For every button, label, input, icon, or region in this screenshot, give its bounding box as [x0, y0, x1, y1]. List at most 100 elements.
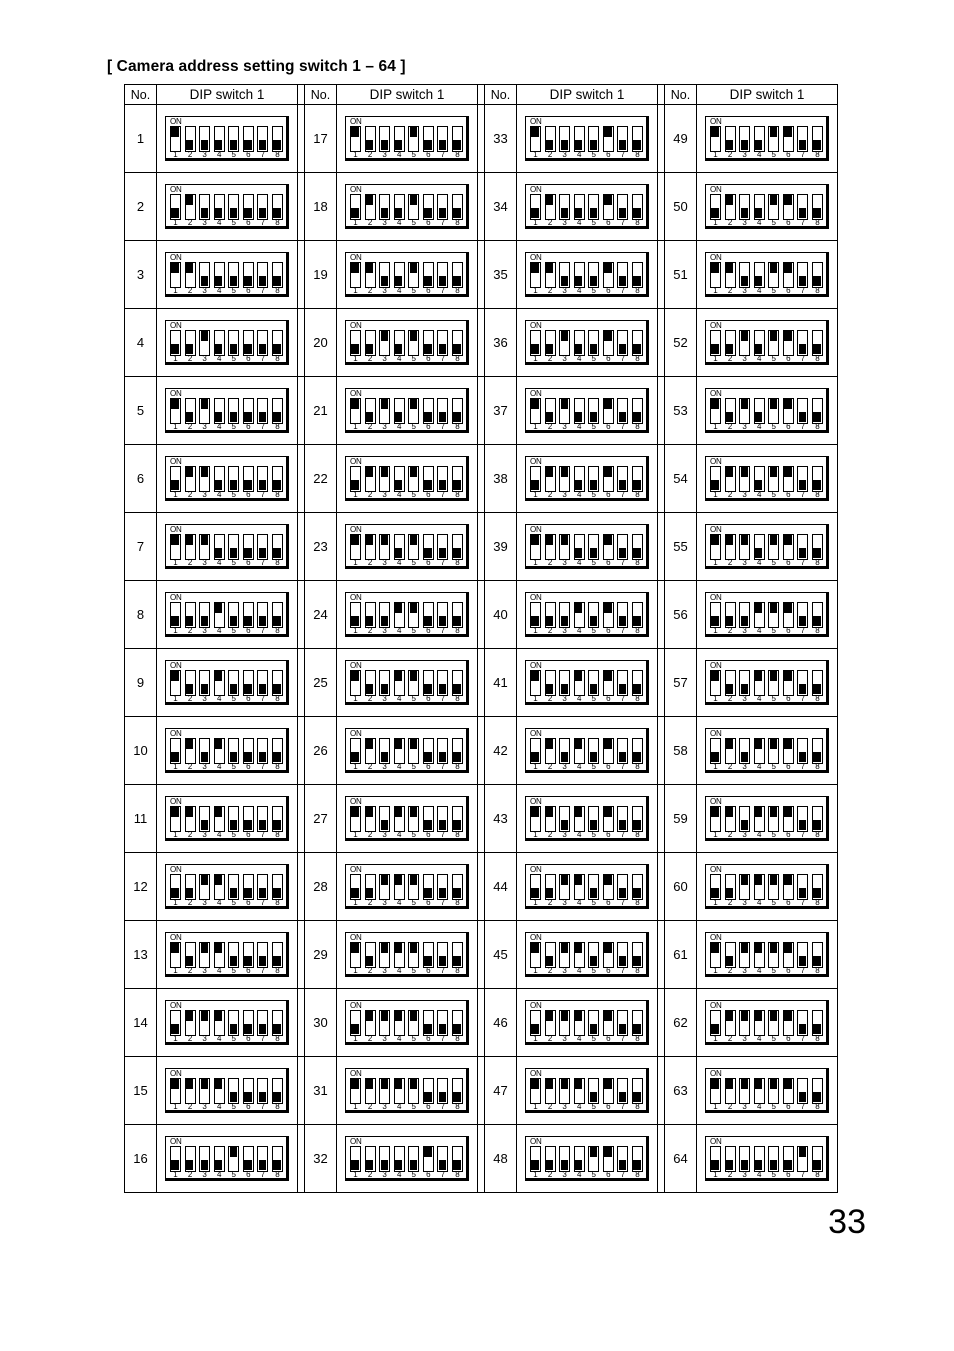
dip-switch-slot-7[interactable] [797, 1077, 809, 1104]
dip-switch-slot-7[interactable] [257, 873, 269, 900]
dip-switch-slot-6[interactable] [602, 125, 614, 152]
dip-switch-slot-6[interactable] [422, 533, 434, 560]
dip-switch-slot-6[interactable] [782, 261, 794, 288]
dip-switch-slot-2[interactable] [724, 1077, 736, 1104]
dip-switch-slot-8[interactable] [631, 329, 643, 356]
dip-switch-slot-7[interactable] [437, 125, 449, 152]
dip-slider-4-on[interactable] [395, 602, 403, 613]
dip-switch-slot-5[interactable] [588, 397, 600, 424]
dip-switch-slot-4[interactable] [573, 805, 585, 832]
dip-slider-1-on[interactable] [531, 262, 539, 273]
dip-switch-slot-1[interactable] [170, 397, 181, 424]
dip-switch-slot-5[interactable] [408, 533, 420, 560]
dip-slider-6-on[interactable] [424, 1146, 432, 1157]
dip-switch-slot-6[interactable] [782, 397, 794, 424]
dip-switch-slot-6[interactable] [602, 533, 614, 560]
dip-switch-slot-6[interactable] [782, 601, 794, 628]
dip-switch-slot-8[interactable] [811, 1145, 823, 1172]
dip-slider-2-on[interactable] [725, 534, 734, 545]
dip-slider-6-on[interactable] [604, 1146, 612, 1157]
dip-slider-4-on[interactable] [395, 670, 403, 681]
dip-switch-slot-6[interactable] [782, 941, 794, 968]
dip-slider-2-on[interactable] [185, 466, 194, 477]
dip-switch-slot-1[interactable] [530, 601, 541, 628]
dip-switch-slot-4[interactable] [753, 1077, 765, 1104]
dip-switch-slot-5[interactable] [408, 465, 420, 492]
dip-switch-slot-2[interactable] [364, 193, 376, 220]
dip-switch-slot-5[interactable] [228, 737, 240, 764]
dip-switch-slot-6[interactable] [782, 669, 794, 696]
dip-slider-5-on[interactable] [769, 194, 778, 205]
dip-slider-6-on[interactable] [784, 262, 792, 273]
dip-switch-slot-4[interactable] [213, 873, 225, 900]
dip-switch-slot-7[interactable] [797, 261, 809, 288]
dip-slider-2-on[interactable] [725, 466, 734, 477]
dip-switch-slot-8[interactable] [271, 533, 283, 560]
dip-switch-slot-4[interactable] [753, 873, 765, 900]
dip-switch-slot-8[interactable] [811, 941, 823, 968]
dip-switch-slot-5[interactable] [588, 805, 600, 832]
dip-slider-3-on[interactable] [200, 534, 208, 545]
dip-switch-slot-7[interactable] [257, 1077, 269, 1104]
dip-slider-2-on[interactable] [545, 466, 554, 477]
dip-slider-4-on[interactable] [395, 942, 403, 953]
dip-slider-5-on[interactable] [409, 262, 418, 273]
dip-switch-slot-2[interactable] [364, 1145, 376, 1172]
dip-switch-slot-5[interactable] [588, 329, 600, 356]
dip-slider-5-on[interactable] [409, 1010, 418, 1021]
dip-switch-slot-3[interactable] [199, 261, 211, 288]
dip-switch-slot-4[interactable] [753, 1009, 765, 1036]
dip-slider-2-on[interactable] [725, 738, 734, 749]
dip-switch-slot-7[interactable] [437, 397, 449, 424]
dip-slider-6-on[interactable] [784, 126, 792, 137]
dip-switch-slot-5[interactable] [228, 669, 240, 696]
dip-switch-slot-4[interactable] [393, 1145, 405, 1172]
dip-slider-6-on[interactable] [784, 534, 792, 545]
dip-switch-slot-3[interactable] [379, 193, 391, 220]
dip-slider-1-on[interactable] [351, 670, 359, 681]
dip-slider-5-on[interactable] [769, 738, 778, 749]
dip-switch-slot-5[interactable] [768, 873, 780, 900]
dip-switch-slot-1[interactable] [710, 465, 721, 492]
dip-switch-slot-3[interactable] [559, 465, 571, 492]
dip-switch-slot-8[interactable] [451, 397, 463, 424]
dip-slider-3-on[interactable] [740, 398, 748, 409]
dip-switch-slot-3[interactable] [559, 193, 571, 220]
dip-switch-slot-4[interactable] [753, 737, 765, 764]
dip-switch-slot-8[interactable] [811, 193, 823, 220]
dip-switch-slot-3[interactable] [379, 601, 391, 628]
dip-slider-2-on[interactable] [725, 806, 734, 817]
dip-slider-2-on[interactable] [725, 1078, 734, 1089]
dip-switch-slot-3[interactable] [199, 125, 211, 152]
dip-slider-4-on[interactable] [575, 806, 583, 817]
dip-slider-1-on[interactable] [171, 670, 179, 681]
dip-switch-slot-3[interactable] [739, 873, 751, 900]
dip-switch-slot-3[interactable] [559, 669, 571, 696]
dip-switch-slot-7[interactable] [617, 261, 629, 288]
dip-switch-slot-6[interactable] [602, 261, 614, 288]
dip-switch-slot-1[interactable] [710, 125, 721, 152]
dip-switch-slot-7[interactable] [437, 805, 449, 832]
dip-switch-slot-1[interactable] [170, 601, 181, 628]
dip-slider-4-on[interactable] [575, 1010, 583, 1021]
dip-slider-4-on[interactable] [755, 942, 763, 953]
dip-switch-slot-2[interactable] [544, 1145, 556, 1172]
dip-switch-slot-8[interactable] [451, 873, 463, 900]
dip-slider-6-on[interactable] [604, 1010, 612, 1021]
dip-switch-slot-6[interactable] [602, 193, 614, 220]
dip-switch-slot-2[interactable] [364, 1077, 376, 1104]
dip-slider-1-on[interactable] [171, 806, 179, 817]
dip-switch-slot-8[interactable] [451, 193, 463, 220]
dip-slider-2-on[interactable] [365, 1010, 374, 1021]
dip-slider-3-on[interactable] [740, 1010, 748, 1021]
dip-switch-slot-1[interactable] [530, 1145, 541, 1172]
dip-switch-slot-4[interactable] [753, 533, 765, 560]
dip-slider-6-on[interactable] [784, 1010, 792, 1021]
dip-switch-slot-1[interactable] [530, 465, 541, 492]
dip-slider-4-on[interactable] [215, 670, 223, 681]
dip-slider-5-on[interactable] [409, 1078, 418, 1089]
dip-switch-slot-7[interactable] [257, 261, 269, 288]
dip-switch-slot-3[interactable] [199, 533, 211, 560]
dip-switch-slot-8[interactable] [271, 601, 283, 628]
dip-switch-slot-1[interactable] [710, 873, 721, 900]
